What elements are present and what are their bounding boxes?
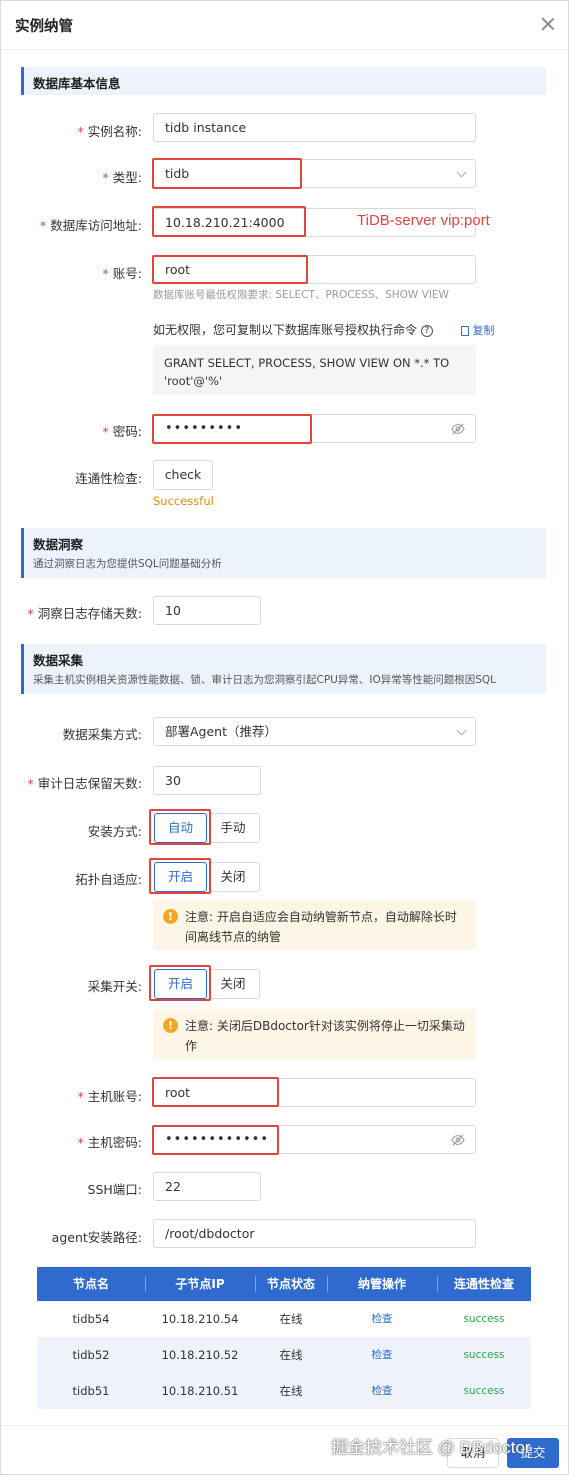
check-link[interactable]: 检查 bbox=[327, 1301, 437, 1337]
address-annotation: TiDB-server vip:port bbox=[357, 212, 490, 229]
eye-off-icon[interactable] bbox=[451, 1133, 465, 1147]
grant-sql-line: GRANT SELECT, PROCESS, SHOW VIEW ON *.* … bbox=[164, 356, 450, 370]
table-row: tidb52 10.18.210.52 在线 检查 success bbox=[37, 1337, 531, 1373]
header-divider bbox=[1, 49, 568, 50]
col-header: 连通性检查 bbox=[437, 1267, 531, 1301]
eye-off-icon[interactable] bbox=[451, 422, 465, 436]
switch-off-button[interactable]: 关闭 bbox=[207, 969, 260, 999]
cell-node-status: 在线 bbox=[279, 1384, 303, 1398]
cell-node-ip: 10.18.210.52 bbox=[161, 1348, 239, 1362]
col-header: 纳管操作 bbox=[327, 1267, 437, 1301]
account-hint: 数据库账号最低权限要求: SELECT、PROCESS、SHOW VIEW bbox=[153, 289, 449, 301]
col-header: 节点名 bbox=[72, 1277, 109, 1291]
grant-note: 如无权限，您可复制以下数据库账号授权执行命令 ? bbox=[153, 321, 433, 338]
connectivity-label: 连通性检查: bbox=[75, 471, 142, 486]
close-icon[interactable] bbox=[541, 17, 555, 31]
section-desc: 通过洞察日志为您提供SQL问题基础分析 bbox=[33, 558, 222, 570]
host-password-label: * 主机密码: bbox=[77, 1135, 142, 1150]
host-account-label: * 主机账号: bbox=[77, 1089, 142, 1104]
watermark: 掘金技术社区 @ DBdoctor bbox=[331, 1438, 531, 1457]
cell-node-ip: 10.18.210.54 bbox=[161, 1312, 239, 1326]
cell-node-ip: 10.18.210.51 bbox=[161, 1384, 239, 1398]
account-input[interactable]: root bbox=[153, 255, 476, 284]
audit-days-label: * 审计日志保留天数: bbox=[27, 776, 142, 791]
method-select[interactable]: 部署Agent（推荐） bbox=[153, 717, 476, 746]
type-label: * 类型: bbox=[102, 170, 142, 185]
agent-path-input[interactable]: /root/dbdoctor bbox=[153, 1219, 476, 1248]
topology-label: 拓扑自适应: bbox=[75, 872, 142, 887]
section-insight: 数据洞察 通过洞察日志为您提供SQL问题基础分析 bbox=[21, 528, 546, 578]
cell-connectivity: success bbox=[463, 1385, 505, 1397]
host-account-input[interactable]: root bbox=[153, 1078, 476, 1107]
section-title: 数据洞察 bbox=[33, 537, 84, 552]
audit-days-input[interactable]: 30 bbox=[153, 766, 261, 795]
topology-off-button[interactable]: 关闭 bbox=[207, 862, 260, 892]
method-label: 数据采集方式: bbox=[62, 727, 142, 742]
instance-name-label: * 实例名称: bbox=[77, 124, 142, 139]
dialog-title: 实例纳管 bbox=[15, 19, 73, 35]
help-icon[interactable]: ? bbox=[420, 324, 433, 337]
retention-label: * 洞察日志存储天数: bbox=[27, 606, 142, 621]
install-manual-button[interactable]: 手动 bbox=[207, 813, 260, 843]
warning-icon: ! bbox=[163, 1018, 178, 1033]
cell-node-status: 在线 bbox=[279, 1312, 303, 1326]
topology-on-button[interactable]: 开启 bbox=[154, 862, 207, 892]
address-label: * 数据库访问地址: bbox=[40, 218, 142, 233]
warning-icon: ! bbox=[163, 909, 178, 924]
cell-connectivity: success bbox=[463, 1349, 505, 1361]
node-table: 节点名 子节点IP 节点状态 纳管操作 连通性检查 tidb54 10.18.2… bbox=[37, 1267, 531, 1409]
check-link[interactable]: 检查 bbox=[327, 1373, 437, 1409]
chevron-down-icon bbox=[456, 167, 467, 178]
col-header: 节点状态 bbox=[255, 1267, 327, 1301]
section-basic-info: 数据库基本信息 bbox=[21, 67, 546, 95]
install-auto-button[interactable]: 自动 bbox=[154, 813, 207, 843]
grant-sql-line: 'root'@'%' bbox=[164, 374, 223, 388]
section-title: 数据采集 bbox=[33, 653, 84, 668]
host-password-input[interactable]: •••••••••••• bbox=[153, 1125, 476, 1154]
account-label: * 账号: bbox=[102, 266, 142, 281]
topology-warning: ! 注意: 开启自适应会自动纳管新节点，自动解除长时间离线节点的纳管 bbox=[153, 900, 476, 950]
instance-dialog: 实例纳管 数据库基本信息 * 实例名称: tidb instance * 类型: t… bbox=[0, 0, 569, 1475]
footer-divider bbox=[1, 1425, 568, 1426]
type-select[interactable]: tidb bbox=[153, 159, 476, 188]
agent-path-label: agent安装路径: bbox=[51, 1230, 142, 1245]
ssh-port-input[interactable]: 22 bbox=[153, 1172, 261, 1201]
cell-connectivity: success bbox=[463, 1313, 505, 1325]
copy-icon bbox=[461, 326, 469, 336]
table-header: 节点名 子节点IP 节点状态 纳管操作 连通性检查 bbox=[37, 1267, 531, 1301]
password-input[interactable]: ••••••••• bbox=[153, 414, 476, 443]
grant-sql-box: GRANT SELECT, PROCESS, SHOW VIEW ON *.* … bbox=[153, 345, 476, 395]
install-label: 安装方式: bbox=[87, 824, 142, 839]
retention-input[interactable]: 10 bbox=[153, 596, 261, 625]
switch-label: 采集开关: bbox=[87, 979, 142, 994]
password-label: * 密码: bbox=[102, 424, 142, 439]
table-row: tidb54 10.18.210.54 在线 检查 success bbox=[37, 1301, 531, 1337]
section-collect: 数据采集 采集主机实例相关资源性能数据、锁、审计日志为您洞察引起CPU异常、IO… bbox=[21, 644, 546, 694]
switch-warning: ! 注意: 关闭后DBdoctor针对该实例将停止一切采集动作 bbox=[153, 1009, 476, 1059]
cell-node-name: tidb51 bbox=[72, 1384, 110, 1398]
chevron-down-icon bbox=[456, 725, 467, 736]
copy-button[interactable]: 复制 bbox=[461, 322, 495, 338]
section-desc: 采集主机实例相关资源性能数据、锁、审计日志为您洞察引起CPU异常、IO异常等性能… bbox=[33, 674, 496, 686]
col-header: 子节点IP bbox=[145, 1267, 255, 1301]
cell-node-name: tidb54 bbox=[72, 1312, 110, 1326]
cell-node-name: tidb52 bbox=[72, 1348, 110, 1362]
instance-name-input[interactable]: tidb instance bbox=[153, 113, 476, 142]
section-title: 数据库基本信息 bbox=[33, 76, 121, 91]
switch-on-button[interactable]: 开启 bbox=[154, 969, 207, 999]
ssh-port-label: SSH端口: bbox=[87, 1182, 142, 1197]
check-link[interactable]: 检查 bbox=[327, 1337, 437, 1373]
cell-node-status: 在线 bbox=[279, 1348, 303, 1362]
connectivity-result: Successful bbox=[153, 494, 214, 508]
check-button[interactable]: check bbox=[153, 460, 213, 490]
table-row: tidb51 10.18.210.51 在线 检查 success bbox=[37, 1373, 531, 1409]
